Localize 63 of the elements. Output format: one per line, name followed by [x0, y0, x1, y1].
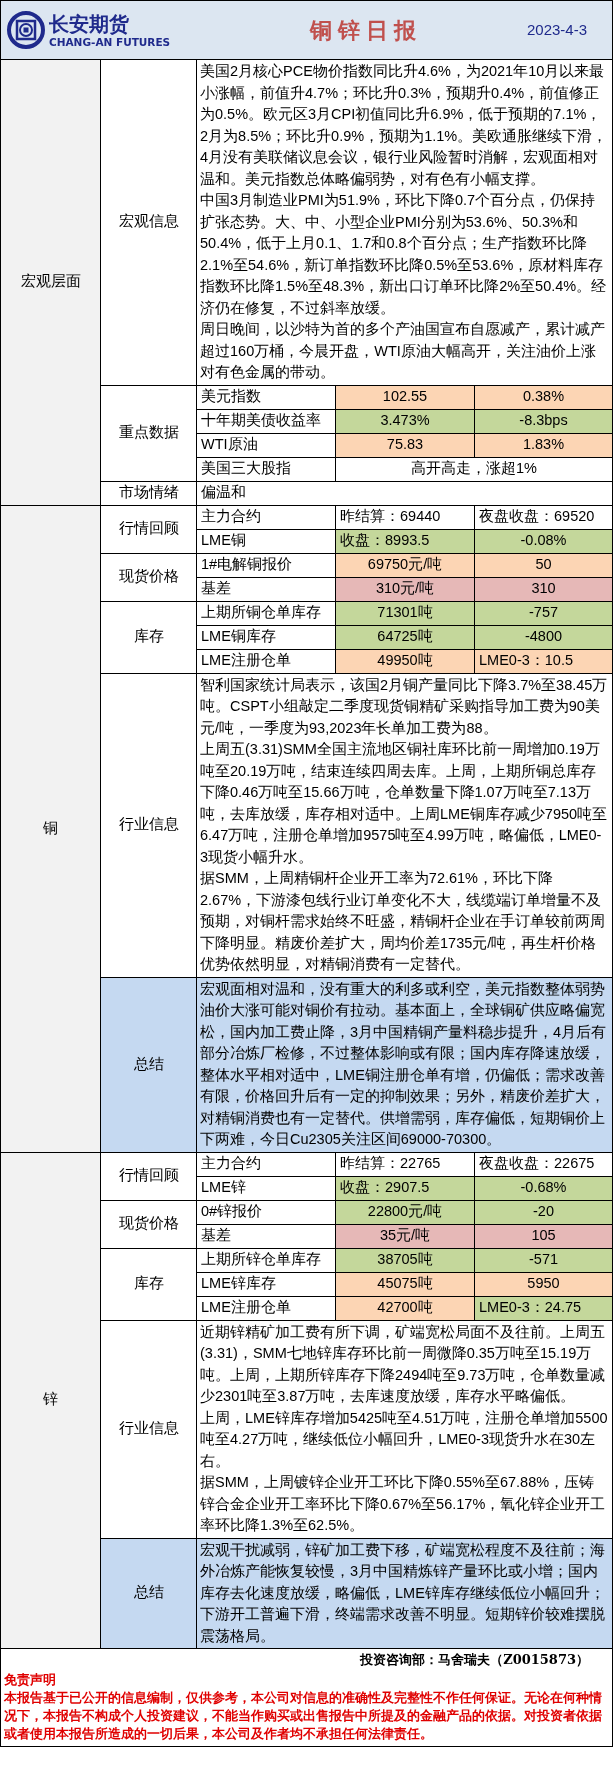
- value-cell: -0.08%: [475, 529, 612, 553]
- row-label-cell: 主力合约: [197, 1152, 336, 1176]
- paragraph: 据SMM，上周镀锌企业开工环比下降0.55%至67.88%，压铸锌合金企业开工率环比下降0.67%至56.17%，氧化锌企业开工率环比降1.3%至62.5%。: [200, 1473, 607, 1535]
- paragraph: 上周，LME锌库存增加5425吨至4.51万吨，注册仓单增加5500吨至4.27万吨，继续低位小幅回升，LME0-3现货升水在30左右。: [200, 1408, 609, 1471]
- row-label-cell: 主力合约: [197, 505, 336, 529]
- section-label-cell: 锌: [1, 1152, 101, 1648]
- value-cell: 310: [475, 577, 612, 601]
- value-cell: 5950: [475, 1272, 612, 1296]
- paragraph: 上周五(3.31)SMM全国主流地区铜社库环比前一周增加0.19万吨至20.19万吨，结束连续四周去库。上周，上期所铜总库存下降0.46万吨至15.66万吨，仓单数量下降1.07万吨至7.13万吨，去库放缓，库存相对适中。上周LME铜库存减少7950吨至6.47万吨，注册仓单增加9575吨至4.99万吨，略偏低，LME0-3现货小幅升水。: [200, 740, 609, 867]
- value-cell: 38705吨: [336, 1248, 475, 1272]
- value-cell: -571: [475, 1248, 612, 1272]
- value-cell: 0.38%: [475, 385, 612, 409]
- value-cell: 收盘：8993.5: [336, 529, 475, 553]
- value-cell: 45075吨: [336, 1272, 475, 1296]
- value-cell: LME0-3：24.75: [475, 1296, 612, 1320]
- logo-name: 长安期货: [49, 12, 130, 36]
- value-cell: 22800元/吨: [336, 1200, 475, 1224]
- value-cell: 昨结算：69440: [336, 505, 475, 529]
- row-label-cell-text: 偏温和: [200, 483, 247, 503]
- paragraph: 中国3月制造业PMI为51.9%，环比下降0.7个百分点，仍保持扩张态势。大、中、小型企业PMI分别为53.6%、50.3%和50.4%，低于上月0.1、1.7和0.8个百分点；生产指数环比降2.1%至54.6%，新订单指数环比降0.5%至53.6%，原材料库存指数环比降1.5%至48.3%，新出口订单环比降2%至50.4%。经济仍在修复，不过斜率放缓。: [200, 191, 608, 318]
- value-cell: 收盘：2907.5: [336, 1176, 475, 1200]
- value-cell: 35元/吨: [336, 1224, 475, 1248]
- value-cell: 64725吨: [336, 625, 475, 649]
- row-label-cell: 美国三大股指: [197, 457, 336, 481]
- disclaimer-title: 免责声明: [4, 1671, 57, 1689]
- value-cell: -4800: [475, 625, 612, 649]
- section-label-cell: 铜: [1, 505, 101, 1152]
- value-cell: 42700吨: [336, 1296, 475, 1320]
- paragraph: 近期锌精矿加工费有所下调，矿端宽松局面不及往前。上周五(3.31)，SMM七地锌库存环比前一周微降0.35万吨至15.19万吨。上周，上期所锌库存下降2494吨至9.73万吨，仓单数量减少2301吨至3.87万吨，去库速度放缓，库存水平略偏低。: [200, 1322, 607, 1406]
- value-cell: 102.55: [336, 385, 475, 409]
- summary-paragraph: 宏观面相对温和，没有重大的利多或利空，美元指数整体弱势油价大涨可能对铜价有拉动。基本面上，全球铜矿供应略偏宽松，国内加工费止降，3月中国精铜产量料稳步提升，4月后有部分冶炼厂检修，不过整体影响或有限；国内库存降速放缓，整体水平相对适中，LME铜注册仓单有增，仍偏低；需求改善有限，价格回升后有一定的抑制效果；另外，精废价差扩大，对精铜消费也有一定替代。供增需弱，库存偏低，短期铜价上下两难，今日Cu2305关注区间69000-70300。: [200, 979, 608, 1149]
- report-title: 铜 锌 日 报: [309, 16, 417, 45]
- paragraph: 美国2月核心PCE物价指数同比升4.6%，为2021年10月以来最小涨幅，前值升4.7%；环比升0.3%，预期升0.4%，前值修正为0.5%。欧元区3月CPI初值同比升6.9%，低于预期的7.1%，2月为8.5%；环比升0.9%，预期为1.1%。美欧通胀继续下滑，4月没有美联储议息会议，银行业风险暂时消解，宏观面相对温和。美元指数总体略偏弱势，对有色有小幅支撑。: [200, 62, 609, 189]
- paragraph: 据SMM，上周精铜杆企业开工率为72.61%，环比下降2.67%，下游漆包线行业订单变化不大，线缆端订单增量不及预期，对铜杆需求始终不旺盛，精铜杆企业在手订单较前两周下降明显。精废价差扩大，周均价差1735元/吨，再生杆价格优势依然明显，对精铜消费有一定替代。: [200, 869, 606, 974]
- value-cell-text: 高开高走，涨超1%: [410, 459, 538, 479]
- value-cell: 69750元/吨: [336, 553, 475, 577]
- value-cell: 1.83%: [475, 433, 612, 457]
- logo-subtitle: CHANG-AN FUTURES: [49, 36, 172, 48]
- value-cell: 3.473%: [336, 409, 475, 433]
- value-cell: 50: [475, 553, 612, 577]
- value-cell: 71301吨: [336, 601, 475, 625]
- value-cell: 75.83: [336, 433, 475, 457]
- value-cell: -20: [475, 1200, 612, 1224]
- author-credit: 投资咨询部：马舍瑞夫（Z0015873）: [360, 1651, 589, 1669]
- section-label-cell: 宏观层面: [1, 60, 101, 505]
- value-cell: -0.68%: [475, 1176, 612, 1200]
- value-cell: -8.3bps: [475, 409, 612, 433]
- group-label-cell: 总结: [101, 977, 197, 1152]
- summary-paragraph: 宏观干扰减弱，锌矿加工费下移，矿端宽松程度不及往前；海外冶炼产能恢复较慢，3月中国精炼锌产量环比或小增；国内库存去化速度放缓，略偏低，LME锌库存继续低位小幅回升；下游开工普遍下滑，终端需求改善不明显。短期锌价较难摆脱震荡格局。: [200, 1540, 606, 1646]
- value-cell: 310元/吨: [336, 577, 475, 601]
- value-cell: -757: [475, 601, 612, 625]
- group-label-cell: 总结: [101, 1538, 197, 1648]
- paragraph: 智利国家统计局表示，该国2月铜产量同比下降3.7%至38.45万吨。CSPT小组敲定二季度现货铜精矿采购指导加工费为90美元/吨，一季度为93,2023年长单加工费为88。: [200, 675, 609, 738]
- report-date: 2023-4-3: [525, 19, 588, 40]
- value-cell: LME0-3：10.5: [475, 649, 612, 673]
- value-cell-text: 夜盘收盘：22675: [478, 1154, 596, 1174]
- value-cell-text: 夜盘收盘：69520: [478, 507, 596, 527]
- paragraph: 周日晚间，以沙特为首的多个产油国宣布自愿减产，累计减产超过160万桶，今晨开盘，WTI原油大幅高开，关注油价上涨对有色金属的带动。: [200, 320, 606, 382]
- logo-icon: [6, 10, 46, 50]
- disclaimer-text: 本报告基于已公开的信息编制，仅供参考，本公司对信息的准确性及完整性不作任何保证。无论在何种情况下，本报告不构成个人投资建议，不能当作购买或出售报告中所提及的金融产品的依据。对投资者依据或者使用本报告所造成的一切后果，本公司及作者均不承担任何法律责任。: [4, 1689, 603, 1743]
- value-cell: 昨结算：22765: [336, 1152, 475, 1176]
- value-cell: 105: [475, 1224, 612, 1248]
- value-cell: 49950吨: [336, 649, 475, 673]
